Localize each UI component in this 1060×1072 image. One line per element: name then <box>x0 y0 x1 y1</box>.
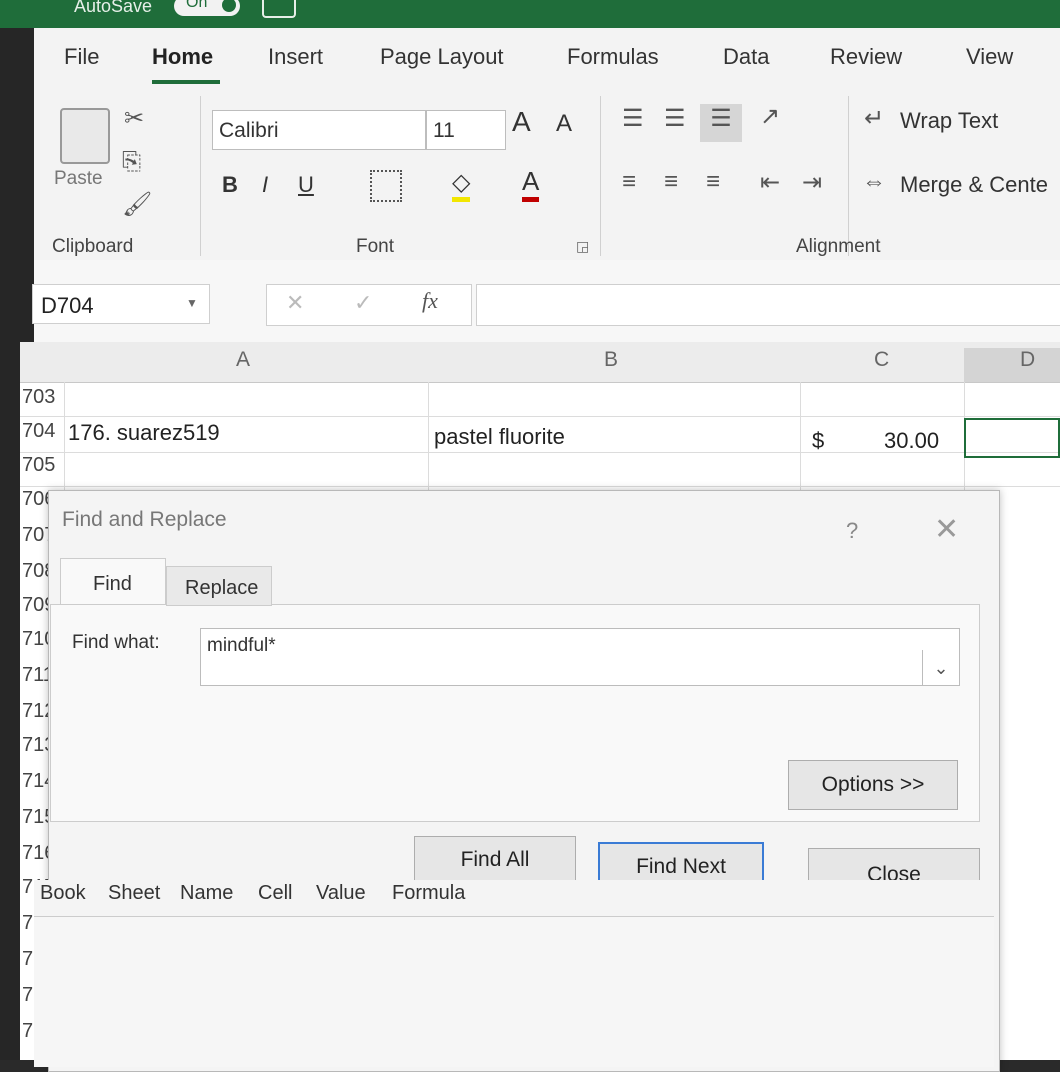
options-button[interactable]: Options >> <box>788 760 958 810</box>
wrap-text-icon[interactable]: ↵ <box>864 104 884 133</box>
enter-icon[interactable]: ✓ <box>354 290 372 316</box>
tab-page-layout[interactable]: Page Layout <box>380 44 504 70</box>
grid-line <box>20 416 1060 417</box>
insert-function-icon[interactable]: fx <box>422 288 438 314</box>
tab-file[interactable]: File <box>64 44 99 70</box>
tab-review[interactable]: Review <box>830 44 902 70</box>
help-icon[interactable]: ? <box>846 518 858 544</box>
group-separator <box>200 96 201 256</box>
copy-icon[interactable]: ⎘ <box>122 148 141 176</box>
align-top-icon[interactable]: ☰ <box>622 104 644 133</box>
tab-insert[interactable]: Insert <box>268 44 323 70</box>
paste-label[interactable]: Paste <box>54 168 103 190</box>
find-what-label: Find what: <box>72 632 160 653</box>
cell-a704[interactable]: 176. suarez519 <box>68 420 220 446</box>
font-size-field[interactable]: 11 <box>426 110 506 150</box>
column-header-d[interactable]: D <box>1020 348 1035 372</box>
paste-icon[interactable] <box>60 108 110 164</box>
fill-color-icon[interactable]: ◇ <box>452 168 471 202</box>
italic-button[interactable]: I <box>262 172 268 198</box>
cancel-icon[interactable]: ✕ <box>286 290 304 316</box>
active-tab-indicator <box>152 80 220 84</box>
column-header-b[interactable]: B <box>604 348 618 372</box>
align-right-icon[interactable]: ≡ <box>706 168 720 196</box>
autosave-state: On <box>186 0 208 11</box>
chevron-down-icon[interactable]: ⌄ <box>922 650 959 686</box>
group-separator <box>600 96 601 256</box>
format-painter-icon[interactable]: 🖌 <box>122 190 152 219</box>
underline-button[interactable]: U <box>298 172 314 198</box>
bold-button[interactable]: B <box>222 172 238 198</box>
align-left-icon[interactable]: ≡ <box>622 168 636 196</box>
find-all-button[interactable]: Find All <box>414 836 576 884</box>
tab-data[interactable]: Data <box>723 44 769 70</box>
cell-c704[interactable]: 30.00 <box>884 428 939 454</box>
shrink-font-icon[interactable]: A <box>556 110 572 138</box>
clipboard-group-label: Clipboard <box>52 236 134 257</box>
grow-font-icon[interactable]: A <box>512 106 531 138</box>
merge-center-button[interactable]: Merge & Cente <box>900 172 1048 198</box>
row-header-704[interactable]: 704 <box>22 420 55 443</box>
font-color-icon[interactable]: A <box>522 166 540 202</box>
name-box-dropdown-icon[interactable]: ▼ <box>186 296 198 310</box>
merge-center-icon[interactable]: ⇔ <box>862 168 886 196</box>
results-list[interactable] <box>34 916 994 1067</box>
tab-home[interactable]: Home <box>152 44 213 70</box>
title-bar <box>0 0 1060 28</box>
row-header-705[interactable]: 705 <box>22 454 55 477</box>
row-header-703[interactable]: 703 <box>22 386 55 409</box>
selected-column-highlight <box>964 348 1060 382</box>
name-box[interactable]: D704 <box>32 284 210 324</box>
dialog-title: Find and Replace <box>62 508 227 531</box>
results-header <box>34 880 994 916</box>
results-column-book[interactable]: Book <box>40 882 86 905</box>
results-column-formula[interactable]: Formula <box>392 882 465 905</box>
grid-line <box>800 382 801 492</box>
cell-c704-currency: $ <box>812 428 825 453</box>
font-group-label: Font <box>356 236 395 257</box>
cut-icon[interactable]: ✂ <box>124 104 144 133</box>
results-column-name[interactable]: Name <box>180 882 233 905</box>
orientation-icon[interactable]: ↗ <box>760 102 780 131</box>
tab-replace[interactable]: Replace <box>166 566 272 606</box>
grid-line <box>428 382 429 492</box>
borders-icon[interactable] <box>370 170 402 202</box>
align-middle-icon[interactable]: ☰ <box>664 104 686 133</box>
cell-b704[interactable]: pastel fluorite <box>434 424 565 450</box>
align-bottom-icon[interactable]: ☰ <box>700 104 742 142</box>
alignment-group-label: Alignment <box>796 236 881 257</box>
column-header-c[interactable]: C <box>874 348 889 372</box>
cell-d704-selected[interactable] <box>964 418 1060 458</box>
font-name-field[interactable]: Calibri <box>212 110 426 150</box>
font-dialog-launcher-icon[interactable]: ◲ <box>576 238 589 255</box>
close-icon[interactable]: ✕ <box>934 512 959 547</box>
tab-formulas[interactable]: Formulas <box>567 44 659 70</box>
group-separator <box>848 96 849 256</box>
results-column-cell[interactable]: Cell <box>258 882 292 905</box>
grid-line <box>64 382 65 492</box>
grid-line <box>20 486 1060 487</box>
save-icon[interactable] <box>262 0 296 18</box>
wrap-text-button[interactable]: Wrap Text <box>900 108 998 134</box>
column-header-row <box>20 342 1060 383</box>
results-column-value[interactable]: Value <box>316 882 366 905</box>
tab-find[interactable]: Find <box>60 558 166 604</box>
increase-indent-icon[interactable]: ⇥ <box>802 168 822 197</box>
align-center-icon[interactable]: ≡ <box>664 168 678 196</box>
results-column-sheet[interactable]: Sheet <box>108 882 160 905</box>
decrease-indent-icon[interactable]: ⇤ <box>760 168 780 197</box>
find-what-input[interactable]: mindful* <box>200 628 960 686</box>
column-header-a[interactable]: A <box>236 348 250 372</box>
tab-view[interactable]: View <box>966 44 1013 70</box>
formula-input[interactable] <box>476 284 1060 326</box>
autosave-label: AutoSave <box>74 0 153 16</box>
